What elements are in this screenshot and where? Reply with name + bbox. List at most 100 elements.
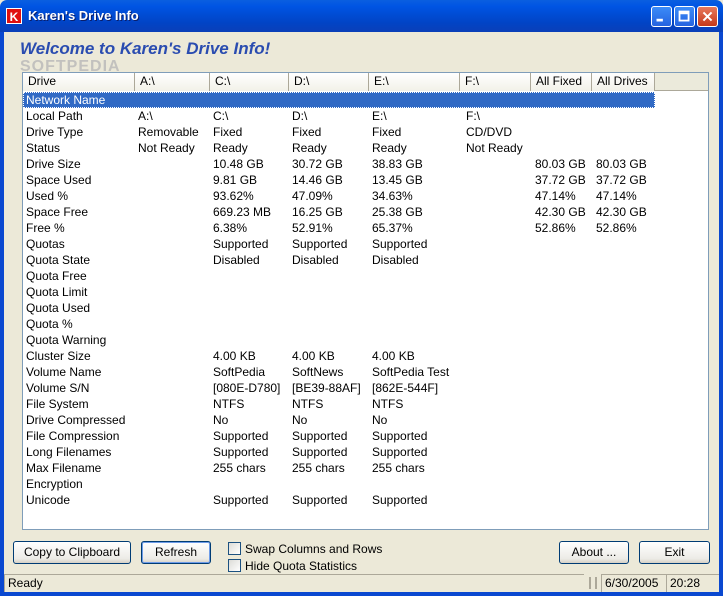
cell-value: 14.46 GB <box>292 173 343 187</box>
column-header-3[interactable]: D:\ <box>289 73 369 91</box>
column-header-2[interactable]: C:\ <box>210 73 289 91</box>
column-header-1[interactable]: A:\ <box>135 73 210 91</box>
table-row[interactable]: Unicode Supported Supported Supported <box>23 492 655 508</box>
cell-value: Supported <box>213 493 269 507</box>
cell-value: No <box>213 413 229 427</box>
hide-quota-checkbox[interactable]: Hide Quota Statistics <box>228 558 357 574</box>
cell-value: NTFS <box>372 397 404 411</box>
cell-value: Ready <box>372 141 407 155</box>
table-row[interactable]: Network Name <box>23 92 655 108</box>
hide-quota-checkbox-box[interactable] <box>228 559 241 573</box>
refresh-button[interactable]: Refresh <box>141 541 211 564</box>
cell-value: 4.00 KB <box>213 349 256 363</box>
table-row[interactable]: Long Filenames Supported Supported Supporte… <box>23 444 655 460</box>
column-header-4[interactable]: E:\ <box>369 73 460 91</box>
window-title: Karen's Drive Info <box>28 8 139 23</box>
cell-value: 52.86% <box>535 221 576 235</box>
table-row[interactable]: Quota Free <box>23 268 655 284</box>
cell-value: SoftPedia <box>213 365 266 379</box>
swap-columns-label: Swap Columns and Rows <box>245 541 383 556</box>
table-row[interactable]: Drive Size 10.48 GB 30.72 GB 38.83 GB 80.03 … <box>23 156 655 172</box>
table-row[interactable]: Quota Warning <box>23 332 655 348</box>
cell-value: Fixed <box>292 125 322 139</box>
app-icon[interactable]: K <box>6 8 22 24</box>
table-row[interactable]: Volume S/N [080E-D780] [BE39-88AF] [862E-54… <box>23 380 655 396</box>
swap-columns-checkbox-box[interactable] <box>228 542 241 556</box>
copy-to-clipboard-button[interactable]: Copy to Clipboard <box>13 541 131 564</box>
cell-value: 34.63% <box>372 189 413 203</box>
window-frame-bottom <box>0 592 723 596</box>
row-label: Status <box>26 141 61 155</box>
table-row[interactable]: Space Free 669.23 MB 16.25 GB 25.38 GB 42.30… <box>23 204 655 220</box>
table-row[interactable]: Free % 6.38% 52.91% 65.37% 52.86% 52.86% <box>23 220 655 236</box>
row-label: Long Filenames <box>26 445 112 459</box>
status-time: 20:28 <box>666 574 719 592</box>
column-header-6[interactable]: All Fixed <box>531 73 592 91</box>
cell-value: No <box>372 413 388 427</box>
cell-value: 80.03 GB <box>596 157 647 171</box>
cell-value: 30.72 GB <box>292 157 343 171</box>
table-row[interactable]: Status Not Ready Ready Ready Ready Not Ready <box>23 140 655 156</box>
column-header-7[interactable]: All Drives <box>592 73 655 91</box>
cell-value: SoftNews <box>292 365 344 379</box>
minimize-button[interactable] <box>651 6 672 27</box>
cell-value: 47.09% <box>292 189 333 203</box>
maximize-button[interactable] <box>674 6 695 27</box>
column-header-5[interactable]: F:\ <box>460 73 531 91</box>
row-label: Quotas <box>26 237 65 251</box>
column-header-0[interactable]: Drive <box>23 73 135 91</box>
cell-value: 52.86% <box>596 221 637 235</box>
table-row[interactable]: Quota % <box>23 316 655 332</box>
cell-value: 10.48 GB <box>213 157 264 171</box>
row-label: Max Filename <box>26 461 102 475</box>
table-row[interactable]: Local Path A:\ C:\ D:\ E:\ F:\ <box>23 108 655 124</box>
table-row[interactable]: Encryption <box>23 476 655 492</box>
table-row[interactable]: Quota Used <box>23 300 655 316</box>
cell-value: Removable <box>138 125 199 139</box>
row-label: Cluster Size <box>26 349 91 363</box>
cell-value: F:\ <box>466 109 480 123</box>
table-row[interactable]: Max Filename 255 chars 255 chars 255 chars <box>23 460 655 476</box>
row-label: Drive Type <box>26 125 84 139</box>
table-row[interactable]: Quota Limit <box>23 284 655 300</box>
table-row[interactable]: Used % 93.62% 47.09% 34.63% 47.14% 47.14% <box>23 188 655 204</box>
table-row[interactable]: Quotas Supported Supported Supported <box>23 236 655 252</box>
window-frame-right <box>719 32 723 596</box>
cell-value: 669.23 MB <box>213 205 272 219</box>
about-button[interactable]: About ... <box>559 541 629 564</box>
window-frame-left <box>0 32 4 596</box>
row-label: Space Used <box>26 173 92 187</box>
welcome-heading: Welcome to Karen's Drive Info! <box>20 39 271 58</box>
row-label: Encryption <box>26 477 83 491</box>
cell-value: 25.38 GB <box>372 205 423 219</box>
row-label: File Compression <box>26 429 120 443</box>
table-row[interactable]: Cluster Size 4.00 KB 4.00 KB 4.00 KB <box>23 348 655 364</box>
cell-value: Supported <box>292 429 348 443</box>
maximize-icon <box>678 10 690 22</box>
cell-value: 13.45 GB <box>372 173 423 187</box>
cell-value: Supported <box>213 445 269 459</box>
cell-value: Supported <box>292 493 348 507</box>
close-button[interactable] <box>697 6 718 27</box>
table-row[interactable]: Volume Name SoftPedia SoftNews SoftPedia Te… <box>23 364 655 380</box>
row-label: Volume Name <box>26 365 102 379</box>
table-row[interactable]: File System NTFS NTFS NTFS <box>23 396 655 412</box>
row-label: Local Path <box>26 109 83 123</box>
exit-button[interactable]: Exit <box>639 541 710 564</box>
title-bar[interactable]: K Karen's Drive Info <box>0 0 723 32</box>
table-row[interactable]: File Compression Supported Supported Suppor… <box>23 428 655 444</box>
cell-value: Disabled <box>292 253 339 267</box>
cell-value: 65.37% <box>372 221 413 235</box>
row-label: Space Free <box>26 205 89 219</box>
table-row[interactable]: Drive Type Removable Fixed Fixed Fixed CD/DVD <box>23 124 655 140</box>
table-row[interactable]: Quota State Disabled Disabled Disabled <box>23 252 655 268</box>
cell-value: 42.30 GB <box>535 205 586 219</box>
row-label: Quota Used <box>26 301 91 315</box>
table-row[interactable]: Drive Compressed No No No <box>23 412 655 428</box>
drive-info-list[interactable]: Drive A:\ C:\ D:\ E:\ F:\ All Fixed All Drives … <box>22 72 709 530</box>
cell-value: [080E-D780] <box>213 381 281 395</box>
minimize-icon <box>656 18 663 22</box>
swap-columns-checkbox[interactable]: Swap Columns and Rows <box>228 541 382 557</box>
cell-value: Supported <box>213 237 269 251</box>
table-row[interactable]: Space Used 9.81 GB 14.46 GB 13.45 GB 37.72 G… <box>23 172 655 188</box>
